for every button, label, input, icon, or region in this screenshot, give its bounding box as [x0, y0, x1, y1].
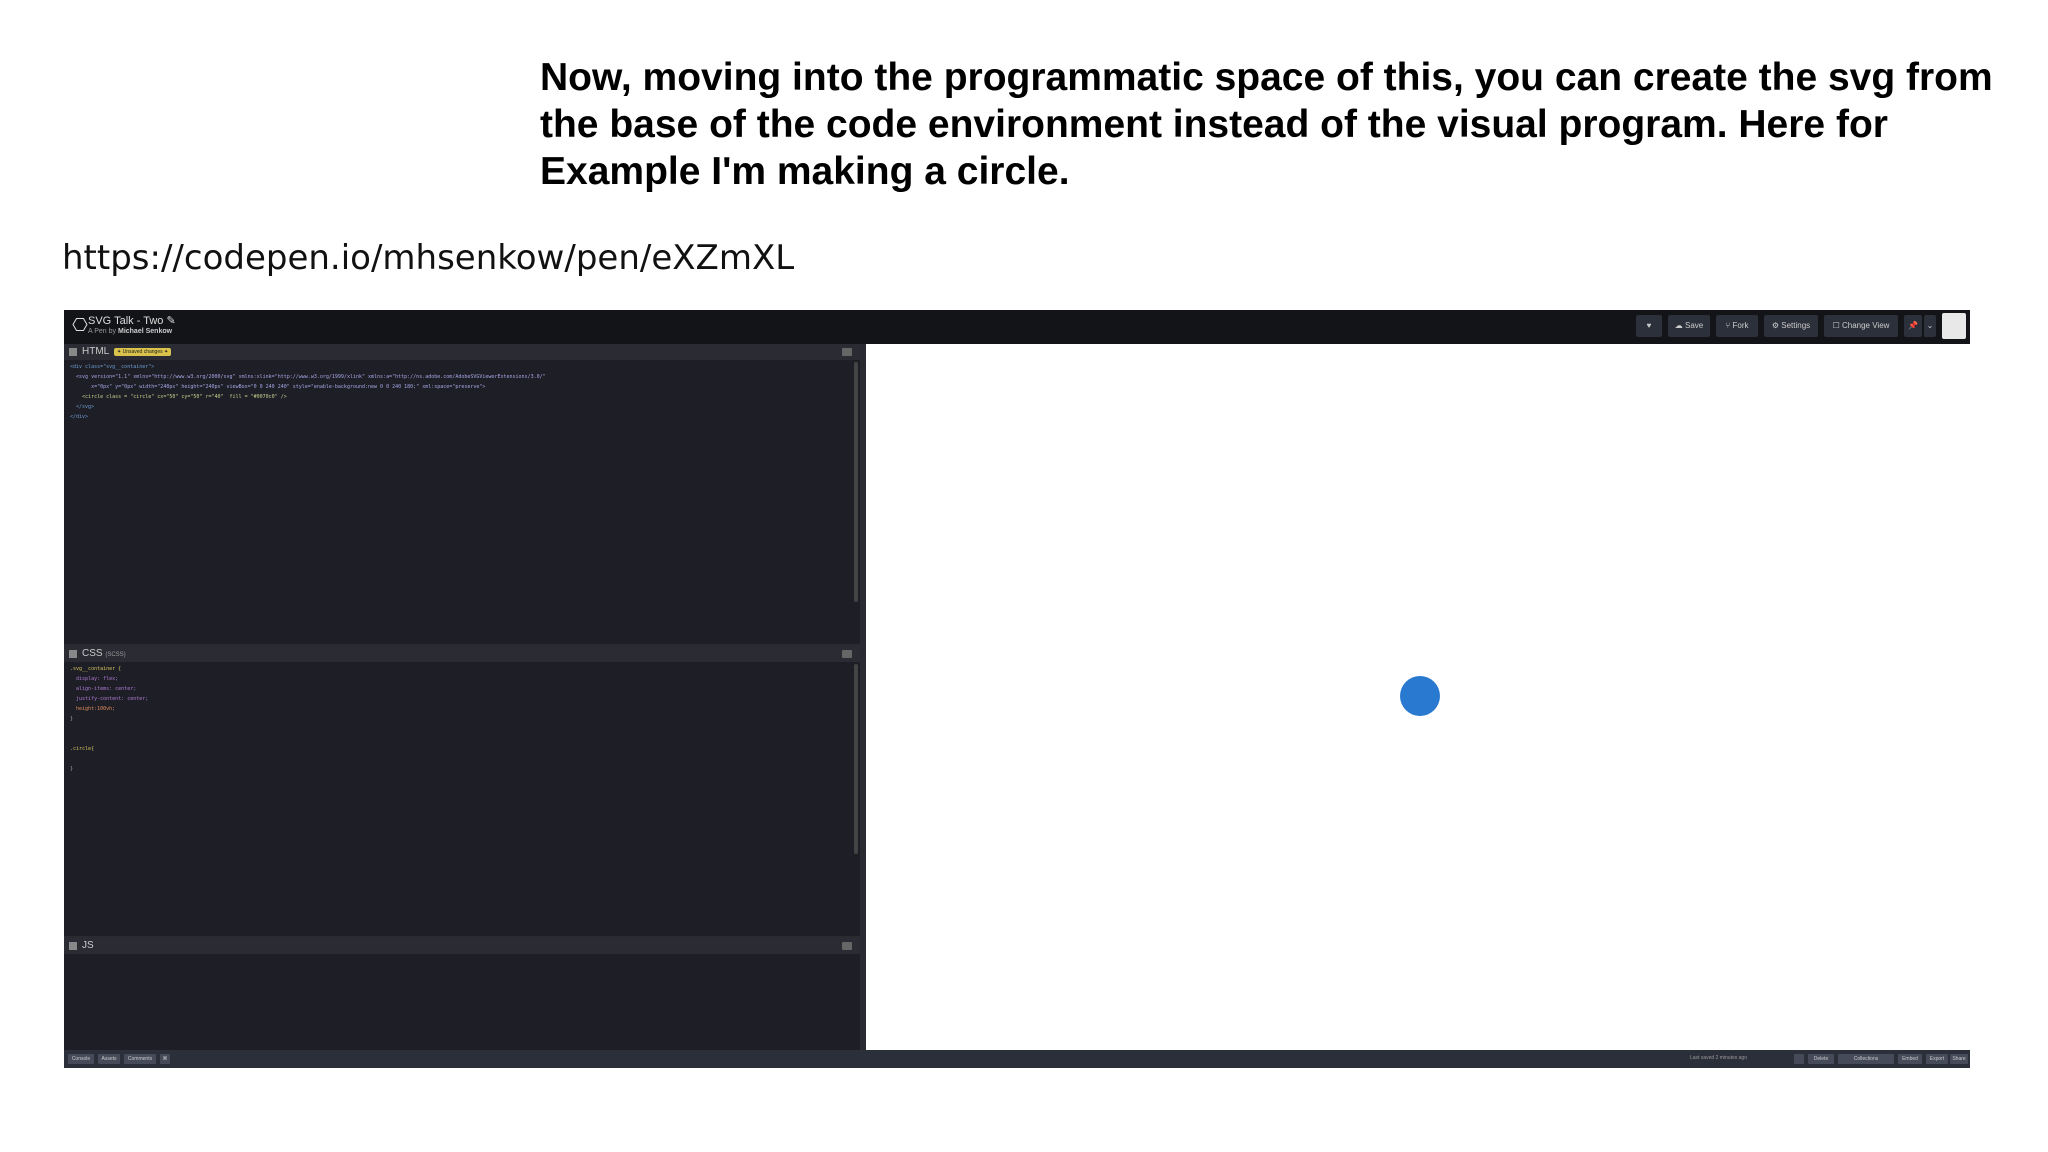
html-editor-pane[interactable]: HTML ✦ Unsaved changes ✦ <div class="svg… [64, 344, 860, 642]
css-preprocessor-label: (SCSS) [105, 652, 126, 658]
settings-button[interactable]: ⚙ Settings [1764, 315, 1818, 337]
pin-icon[interactable]: 📌 [1904, 315, 1922, 337]
css-code[interactable]: .svg__container { display: flex; align-i… [70, 664, 148, 774]
codepen-screenshot: ⎔ SVG Talk - Two ✎ A Pen by Michael Senk… [64, 310, 1970, 1068]
css-pane-title: CSS (SCSS) [82, 648, 126, 659]
html-pane-header: HTML ✦ Unsaved changes ✦ [64, 344, 860, 360]
html-pane-title: HTML [82, 346, 110, 357]
pane-menu-icon[interactable] [842, 650, 852, 658]
scrollbar[interactable] [854, 362, 858, 602]
js-pane-header: JS [64, 938, 860, 954]
js-pane-title: JS [82, 940, 94, 951]
code-line: </div> [70, 414, 89, 420]
code-line: } [70, 716, 74, 722]
delete-button[interactable]: Delete [1808, 1054, 1834, 1064]
keyboard-shortcuts-icon[interactable]: ⌘ [160, 1054, 170, 1064]
code-line: <circle class = "circle" cx="50" cy="50"… [70, 394, 287, 400]
code-line: x="0px" y="0px" width="240px" height="24… [70, 384, 486, 390]
codepen-url[interactable]: https://codepen.io/mhsenkow/pen/eXZmXL [62, 238, 794, 278]
unsaved-badge: ✦ Unsaved changes ✦ [114, 348, 172, 356]
code-line: align-items: center; [70, 686, 137, 692]
pane-menu-icon[interactable] [842, 348, 852, 356]
code-line: .circle{ [70, 746, 95, 752]
pen-author[interactable]: Michael Senkow [118, 328, 172, 335]
result-preview[interactable] [866, 344, 1970, 1050]
pane-menu-icon[interactable] [842, 942, 852, 950]
fork-button[interactable]: ⑂ Fork [1716, 315, 1758, 337]
share-button[interactable]: Share [1950, 1054, 1968, 1064]
save-button[interactable]: ☁ Save [1668, 315, 1710, 337]
chevron-down-icon[interactable]: ⌄ [1924, 315, 1936, 337]
code-line: .svg__container { [70, 666, 122, 672]
slide-caption: Now, moving into the programmatic space … [540, 56, 1993, 193]
blue-circle [1400, 676, 1440, 716]
code-line: } [70, 766, 74, 772]
delete-icon[interactable] [1794, 1054, 1804, 1064]
last-saved-text: Last saved 2 minutes ago [1690, 1055, 1747, 1061]
heart-button[interactable]: ♥ [1636, 315, 1662, 337]
codepen-footer: Console Assets Comments ⌘ Last saved 2 m… [64, 1050, 1970, 1068]
html-code[interactable]: <div class="svg__container"> <svg versio… [70, 362, 546, 422]
change-view-button[interactable]: ☐ Change View [1824, 315, 1898, 337]
pen-author-line: A Pen by Michael Senkow [88, 328, 173, 335]
export-button[interactable]: Export [1926, 1054, 1948, 1064]
js-editor-pane[interactable]: JS [64, 936, 860, 1052]
comments-button[interactable]: Comments [124, 1054, 156, 1064]
codepen-logo-icon[interactable]: ⎔ [70, 316, 90, 336]
code-line: display: flex; [70, 676, 119, 682]
pen-title[interactable]: SVG Talk - Two ✎ [88, 314, 176, 327]
scrollbar[interactable] [854, 664, 858, 854]
collapse-icon[interactable] [69, 942, 77, 950]
collections-dropdown[interactable]: Collections [1838, 1054, 1894, 1064]
css-editor-pane[interactable]: CSS (SCSS) .svg__container { display: fl… [64, 644, 860, 924]
console-button[interactable]: Console [68, 1054, 94, 1064]
collapse-icon[interactable] [69, 650, 77, 658]
preview-canvas [1400, 676, 1440, 716]
code-line: <div class="svg__container"> [70, 364, 155, 370]
codepen-header: ⎔ SVG Talk - Two ✎ A Pen by Michael Senk… [64, 310, 1970, 344]
avatar[interactable] [1942, 313, 1966, 339]
code-line: height:100vh; [70, 706, 116, 712]
edit-title-icon[interactable]: ✎ [166, 315, 175, 327]
collapse-icon[interactable] [69, 348, 77, 356]
assets-button[interactable]: Assets [98, 1054, 120, 1064]
css-pane-header: CSS (SCSS) [64, 646, 860, 662]
code-line: justify-content: center; [70, 696, 149, 702]
embed-button[interactable]: Embed [1898, 1054, 1922, 1064]
code-line: <svg version="1.1" xmlns="http://www.w3.… [70, 374, 546, 380]
code-line: </svg> [70, 404, 95, 410]
